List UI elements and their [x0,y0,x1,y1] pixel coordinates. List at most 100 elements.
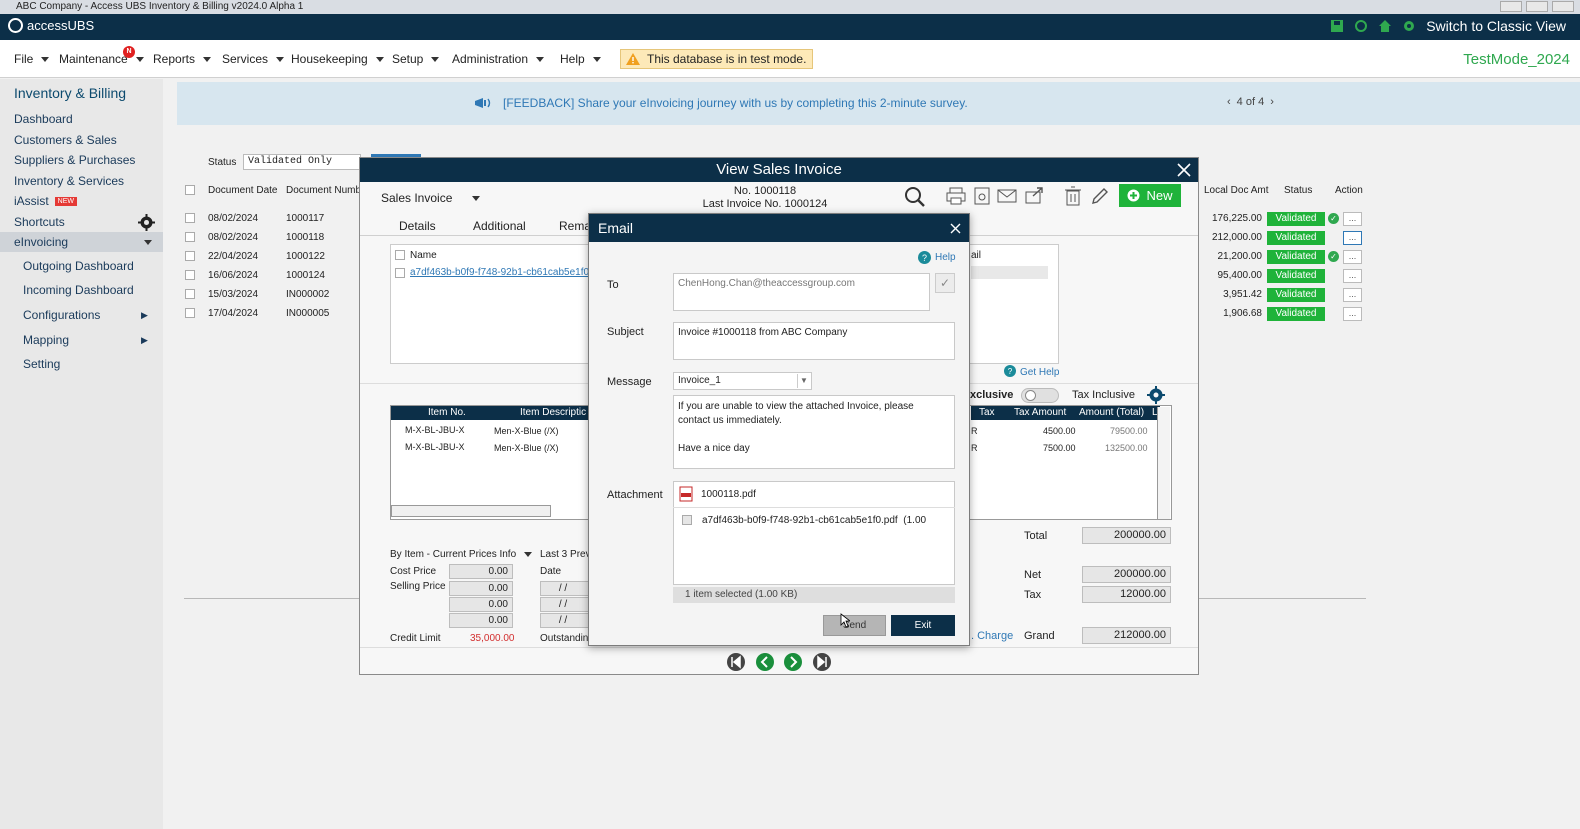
row-action-button[interactable]: ... [1343,288,1362,302]
row-action-button[interactable]: ... [1343,212,1362,226]
grid-vertical-scrollbar[interactable] [1157,407,1170,519]
tab-details[interactable]: Details [399,219,436,233]
edit-pencil-icon[interactable] [1090,186,1110,206]
help-icon[interactable]: ? [918,251,931,264]
gear-icon[interactable] [138,214,155,231]
attachment-select-all-checkbox[interactable] [395,250,405,260]
menu-administration[interactable]: Administration [452,52,545,66]
row-document-number[interactable]: IN000002 [286,289,329,300]
minimize-button[interactable] [1500,1,1522,12]
delete-icon[interactable] [1064,186,1082,206]
search-icon[interactable] [904,186,926,208]
row-action-button[interactable]: ... [1343,231,1362,245]
tax-mode-toggle[interactable] [1021,388,1059,403]
price-info-select[interactable]: By Item - Current Prices Info [390,549,533,560]
menu-reports[interactable]: Reports [153,52,212,66]
row-document-number[interactable]: IN000005 [286,308,329,319]
save-icon[interactable] [1330,19,1344,33]
close-icon[interactable] [1177,163,1191,177]
row-document-number[interactable]: 1000118 [286,232,324,243]
row-checkbox[interactable] [185,289,195,299]
row-document-number[interactable]: 1000124 [286,270,325,281]
selling-price-field-2[interactable]: 0.00 [449,597,513,612]
selling-price-field-1[interactable]: 0.00 [449,581,513,596]
cost-price-field[interactable]: 0.00 [449,564,513,579]
email-icon[interactable] [997,189,1017,203]
menu-housekeeping[interactable]: Housekeeping [291,52,384,66]
last-record-icon[interactable] [812,652,832,672]
print-icon[interactable] [946,187,966,205]
menu-file[interactable]: File [14,52,50,66]
home-icon[interactable] [1378,19,1392,33]
attachment-file-link[interactable]: a7df463b-b0f9-f748-92b1-cb61cab5e1f0.pdf [410,267,606,278]
row-checkbox[interactable] [185,270,195,280]
first-record-icon[interactable] [726,652,746,672]
restore-button[interactable] [1526,1,1548,12]
exit-button[interactable]: Exit [891,615,955,636]
chevron-right-icon[interactable]: › [1270,96,1274,108]
sidebar-item-customers-sales[interactable]: Customers & Sales [0,130,163,150]
row-action-button[interactable]: ... [1343,307,1362,321]
row-checkbox[interactable] [185,251,195,261]
attachment-main-file[interactable]: 1000118.pdf [701,489,756,500]
row-document-number[interactable]: 1000117 [286,213,324,224]
row-checkbox[interactable] [185,232,195,242]
tab-remarks[interactable]: Rema [559,219,591,233]
new-invoice-button[interactable]: New [1119,184,1181,207]
message-body[interactable]: If you are unable to view the attached I… [673,395,955,469]
help-icon[interactable]: ? [1004,365,1016,377]
settings-gear-icon[interactable] [1402,19,1416,33]
date-field-3[interactable]: / / [540,613,590,628]
menu-help[interactable]: Help [560,52,601,66]
message-template-select[interactable]: Invoice_1 ▼ [673,372,812,390]
preview-icon[interactable] [974,187,990,205]
send-button[interactable]: Send [823,615,886,636]
row-action-button[interactable]: ... [1343,269,1362,283]
sidebar-item-suppliers-purchases[interactable]: Suppliers & Purchases [0,150,163,170]
feedback-message[interactable]: [FEEDBACK] Share your eInvoicing journey… [473,96,968,110]
grid-horizontal-scrollbar[interactable] [391,505,551,517]
doc-type-select[interactable]: Sales Invoice [381,191,481,205]
help-link[interactable]: Help [935,252,956,263]
sidebar-item-dashboard[interactable]: Dashboard [0,109,163,129]
share-icon[interactable] [1025,186,1045,204]
row-checkbox[interactable] [185,308,195,318]
status-filter-select[interactable]: Validated Only [243,154,361,170]
attachment-extra-file[interactable]: a7df463b-b0f9-f748-92b1-cb61cab5e1f0.pdf… [702,515,926,526]
subject-field[interactable]: Invoice #1000118 from ABC Company [673,322,955,360]
sidebar-item-configurations[interactable]: Configurations ▶ [0,305,163,325]
sidebar-item-shortcuts[interactable]: Shortcuts [0,212,163,232]
attachment-row-checkbox[interactable] [395,268,405,278]
select-all-checkbox[interactable] [185,185,195,195]
chevron-left-icon[interactable]: ‹ [1227,96,1231,108]
row-checkbox[interactable] [185,213,195,223]
sidebar-item-incoming-dashboard[interactable]: Incoming Dashboard [0,280,163,300]
sidebar-item-einvoicing[interactable]: eInvoicing [0,232,163,252]
sidebar-item-outgoing-dashboard[interactable]: Outgoing Dashboard [0,256,163,276]
attachment-extra-checkbox[interactable] [682,515,692,525]
refresh-icon[interactable] [1354,19,1368,33]
previous-record-icon[interactable] [755,652,775,672]
tab-additional[interactable]: Additional [473,219,526,233]
gear-icon[interactable] [1147,386,1165,404]
next-record-icon[interactable] [783,652,803,672]
close-icon[interactable] [950,223,961,234]
sidebar-item-setting[interactable]: Setting [0,354,163,374]
date-field-1[interactable]: / / [540,581,590,596]
sidebar-item-inventory-services[interactable]: Inventory & Services [0,171,163,191]
sidebar-item-iassist[interactable]: iAssist NEW [0,191,163,211]
close-window-button[interactable] [1552,1,1574,12]
date-field-2[interactable]: / / [540,597,590,612]
get-help-link[interactable]: Get Help [1020,367,1059,378]
row-action-button[interactable]: ... [1343,250,1362,264]
menu-setup[interactable]: Setup [392,52,440,66]
to-field[interactable]: ChenHong.Chan@theaccessgroup.com [673,273,930,311]
switch-classic-view-link[interactable]: Switch to Classic View [1426,18,1566,34]
feedback-text[interactable]: [FEEDBACK] Share your eInvoicing journey… [503,96,968,110]
other-charge-link[interactable]: . Charge [971,630,1013,642]
row-document-number[interactable]: 1000122 [286,251,325,262]
selling-price-field-3[interactable]: 0.00 [449,613,513,628]
menu-services[interactable]: Services [222,52,285,66]
sidebar-item-mapping[interactable]: Mapping ▶ [0,330,163,350]
verify-recipient-button[interactable]: ✓ [935,273,955,293]
